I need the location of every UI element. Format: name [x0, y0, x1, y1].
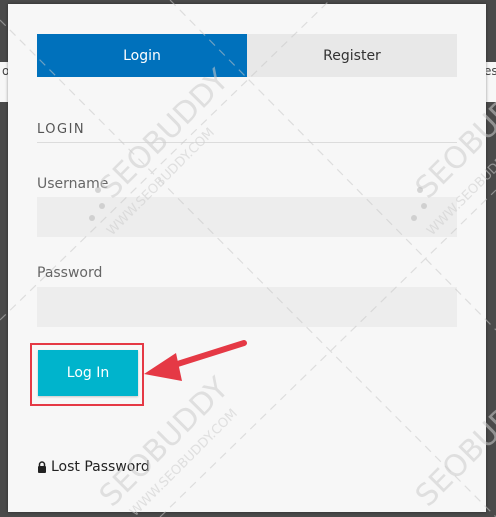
auth-tabs: Login Register [37, 34, 457, 77]
section-title: LOGIN [37, 122, 86, 137]
section-divider [37, 142, 457, 143]
password-label: Password [37, 265, 103, 281]
tab-login[interactable]: Login [37, 34, 247, 77]
login-panel: Login Register LOGIN Username Password L… [8, 4, 486, 512]
lock-icon [38, 461, 46, 473]
log-in-button[interactable]: Log In [38, 350, 138, 396]
password-input[interactable] [37, 287, 457, 327]
username-input[interactable] [37, 197, 457, 237]
lost-password-label: Lost Password [51, 459, 150, 475]
username-label: Username [37, 176, 109, 192]
lost-password-link[interactable]: Lost Password [37, 459, 150, 475]
tab-register[interactable]: Register [247, 34, 457, 77]
